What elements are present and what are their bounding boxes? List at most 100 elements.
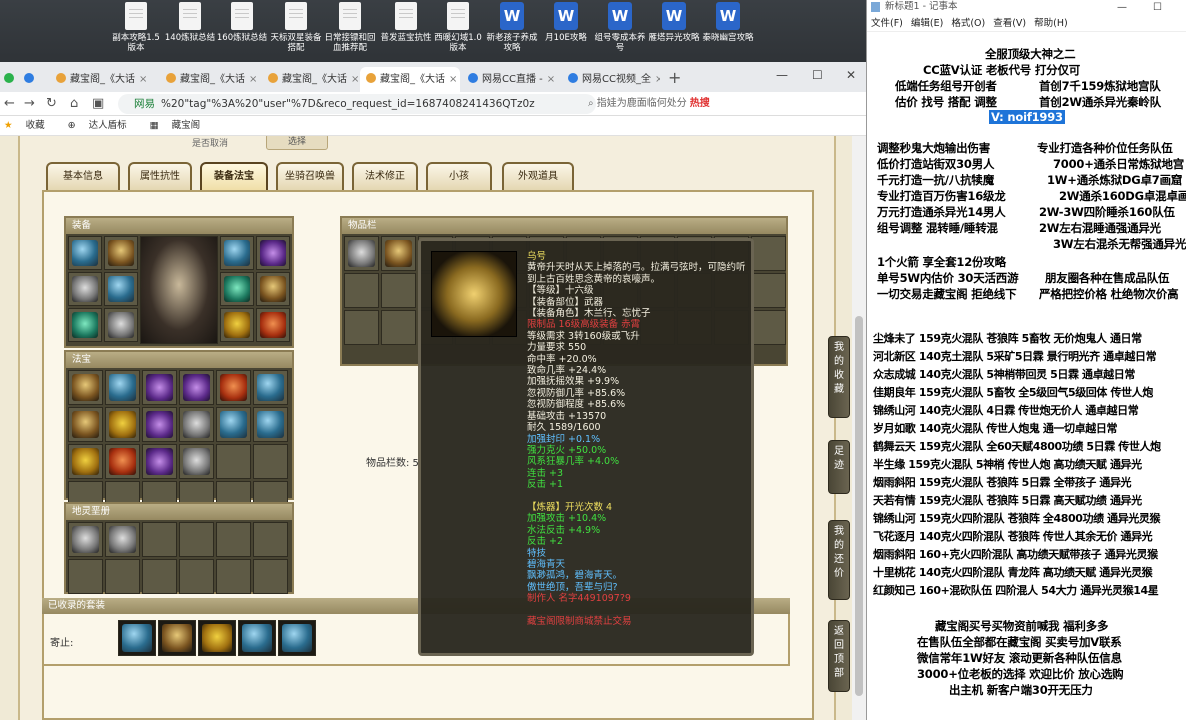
item-slot[interactable] bbox=[179, 522, 214, 557]
item-slot[interactable] bbox=[68, 444, 103, 479]
desktop-icon[interactable]: 日常接镖和回血推荐配 bbox=[322, 2, 378, 53]
refresh-icon[interactable]: ↻ bbox=[46, 96, 57, 111]
tab-close-icon[interactable]: × bbox=[139, 74, 147, 85]
desktop-icon[interactable]: W 月10E攻略 bbox=[538, 2, 594, 43]
notepad-menu-item[interactable]: 格式(O) bbox=[951, 18, 985, 29]
game-tab[interactable]: 属性抗性 bbox=[128, 162, 192, 190]
close-window-button[interactable]: ✕ bbox=[846, 68, 856, 82]
browser-tab[interactable]: 藏宝阁_《大话 × bbox=[160, 67, 258, 92]
item-slot[interactable] bbox=[216, 444, 251, 479]
float-button[interactable]: 足迹 bbox=[828, 440, 850, 494]
item-slot[interactable] bbox=[381, 273, 416, 308]
tab-close-icon[interactable]: × bbox=[351, 74, 359, 85]
desktop-icon[interactable]: W 组号零成本养号 bbox=[592, 2, 648, 53]
item-slot[interactable] bbox=[105, 559, 140, 594]
suit-item[interactable] bbox=[278, 620, 316, 656]
game-tab[interactable]: 小孩 bbox=[426, 162, 492, 190]
item-slot[interactable] bbox=[253, 444, 288, 479]
bookmark-favorites[interactable]: ★ 收藏 bbox=[4, 120, 55, 131]
item-slot[interactable] bbox=[344, 310, 379, 345]
page-scrollbar[interactable] bbox=[852, 136, 866, 720]
scrollbar-thumb[interactable] bbox=[855, 316, 863, 696]
item-slot[interactable] bbox=[179, 407, 214, 442]
item-slot[interactable] bbox=[105, 370, 140, 405]
game-tab[interactable]: 坐骑召唤兽 bbox=[276, 162, 344, 190]
telegram-icon[interactable] bbox=[24, 67, 42, 92]
search-box[interactable]: ⌕ 指娃为鹿面临何处分 热搜 bbox=[588, 94, 738, 114]
tab-close-icon[interactable]: × bbox=[547, 74, 555, 85]
item-slot[interactable] bbox=[142, 370, 177, 405]
item-slot[interactable] bbox=[216, 370, 251, 405]
desktop-icon[interactable]: W 雁塔异光攻略 bbox=[646, 2, 702, 43]
item-slot[interactable] bbox=[68, 370, 103, 405]
item-slot[interactable] bbox=[105, 522, 140, 557]
desktop-icon[interactable]: 160炼狱总结 bbox=[214, 2, 270, 43]
minimize-button[interactable]: — bbox=[776, 68, 788, 82]
item-slot[interactable] bbox=[256, 272, 290, 306]
game-tab[interactable]: 装备法宝 bbox=[200, 162, 268, 190]
browser-tab[interactable]: 网易CC直播 - × bbox=[462, 67, 560, 92]
notepad-body[interactable]: 全服顶级大神之二 CC蓝V认证 老板代号 打分仅可 低端任务组号开创者 首创7千159… bbox=[867, 36, 1186, 720]
notepad-menu-item[interactable]: 帮助(H) bbox=[1034, 18, 1068, 29]
forward-icon[interactable]: → bbox=[24, 96, 35, 111]
notepad-menu-item[interactable]: 查看(V) bbox=[993, 18, 1026, 29]
item-slot[interactable] bbox=[142, 444, 177, 479]
suit-item[interactable] bbox=[238, 620, 276, 656]
item-slot[interactable] bbox=[179, 444, 214, 479]
item-slot[interactable] bbox=[68, 308, 102, 342]
bookmark-cbg[interactable]: ▦ 藏宝阁 bbox=[150, 120, 211, 131]
notepad-maximize[interactable]: ☐ bbox=[1153, 1, 1162, 15]
item-slot[interactable] bbox=[142, 407, 177, 442]
bag-icon[interactable]: ▣ bbox=[92, 96, 104, 111]
notepad-minimize[interactable]: — bbox=[1117, 1, 1127, 15]
game-tab[interactable]: 基本信息 bbox=[46, 162, 120, 190]
item-slot[interactable] bbox=[220, 272, 254, 306]
item-slot[interactable] bbox=[253, 407, 288, 442]
bookmark-daren[interactable]: ⊕ 达人盾标 bbox=[68, 120, 137, 131]
item-slot[interactable] bbox=[68, 236, 102, 270]
item-slot[interactable] bbox=[216, 559, 251, 594]
maximize-button[interactable]: ☐ bbox=[812, 68, 823, 82]
item-slot[interactable] bbox=[104, 236, 138, 270]
browser-tab[interactable]: 网易CC视频_全 × bbox=[562, 67, 660, 92]
item-slot[interactable] bbox=[220, 308, 254, 342]
item-slot[interactable] bbox=[68, 522, 103, 557]
desktop-icon[interactable]: 副本攻略1.5版本 bbox=[108, 2, 164, 53]
item-slot[interactable] bbox=[142, 522, 177, 557]
item-slot[interactable] bbox=[253, 559, 288, 594]
new-tab-button[interactable]: + bbox=[668, 68, 681, 87]
item-slot[interactable] bbox=[253, 370, 288, 405]
notepad-menu-item[interactable]: 编辑(E) bbox=[911, 18, 943, 29]
desktop-icon[interactable]: W 新老孩子养成攻略 bbox=[484, 2, 540, 53]
item-slot[interactable] bbox=[142, 559, 177, 594]
item-slot[interactable] bbox=[751, 310, 786, 345]
back-icon[interactable]: ← bbox=[4, 96, 15, 111]
game-tab[interactable]: 法术修正 bbox=[352, 162, 418, 190]
notepad-menu-item[interactable]: 文件(F) bbox=[871, 18, 903, 29]
suit-item[interactable] bbox=[118, 620, 156, 656]
item-slot[interactable] bbox=[220, 236, 254, 270]
item-slot[interactable] bbox=[344, 236, 379, 271]
item-slot[interactable] bbox=[256, 308, 290, 342]
desktop-icon[interactable]: 西暖幻域1.0版本 bbox=[430, 2, 486, 53]
item-slot[interactable] bbox=[751, 273, 786, 308]
item-slot[interactable] bbox=[216, 522, 251, 557]
item-slot[interactable] bbox=[104, 272, 138, 306]
desktop-icon[interactable]: 普发蓝宝抗性 bbox=[378, 2, 434, 43]
suit-item[interactable] bbox=[198, 620, 236, 656]
desktop-icon[interactable]: 140炼狱总结 bbox=[162, 2, 218, 43]
desktop-icon[interactable]: W 秦晓幽宫攻略 bbox=[700, 2, 756, 43]
item-slot[interactable] bbox=[344, 273, 379, 308]
float-button[interactable]: 返回顶部 bbox=[828, 620, 850, 692]
tab-close-icon[interactable]: × bbox=[449, 74, 457, 85]
item-slot[interactable] bbox=[256, 236, 290, 270]
browser-tab[interactable]: 藏宝阁_《大话 × bbox=[50, 67, 148, 92]
game-tab[interactable]: 外观道具 bbox=[502, 162, 574, 190]
item-slot[interactable] bbox=[104, 308, 138, 342]
suit-item[interactable] bbox=[158, 620, 196, 656]
item-slot[interactable] bbox=[68, 559, 103, 594]
item-slot[interactable] bbox=[381, 310, 416, 345]
item-slot[interactable] bbox=[105, 407, 140, 442]
item-slot[interactable] bbox=[68, 272, 102, 306]
item-slot[interactable] bbox=[381, 236, 416, 271]
